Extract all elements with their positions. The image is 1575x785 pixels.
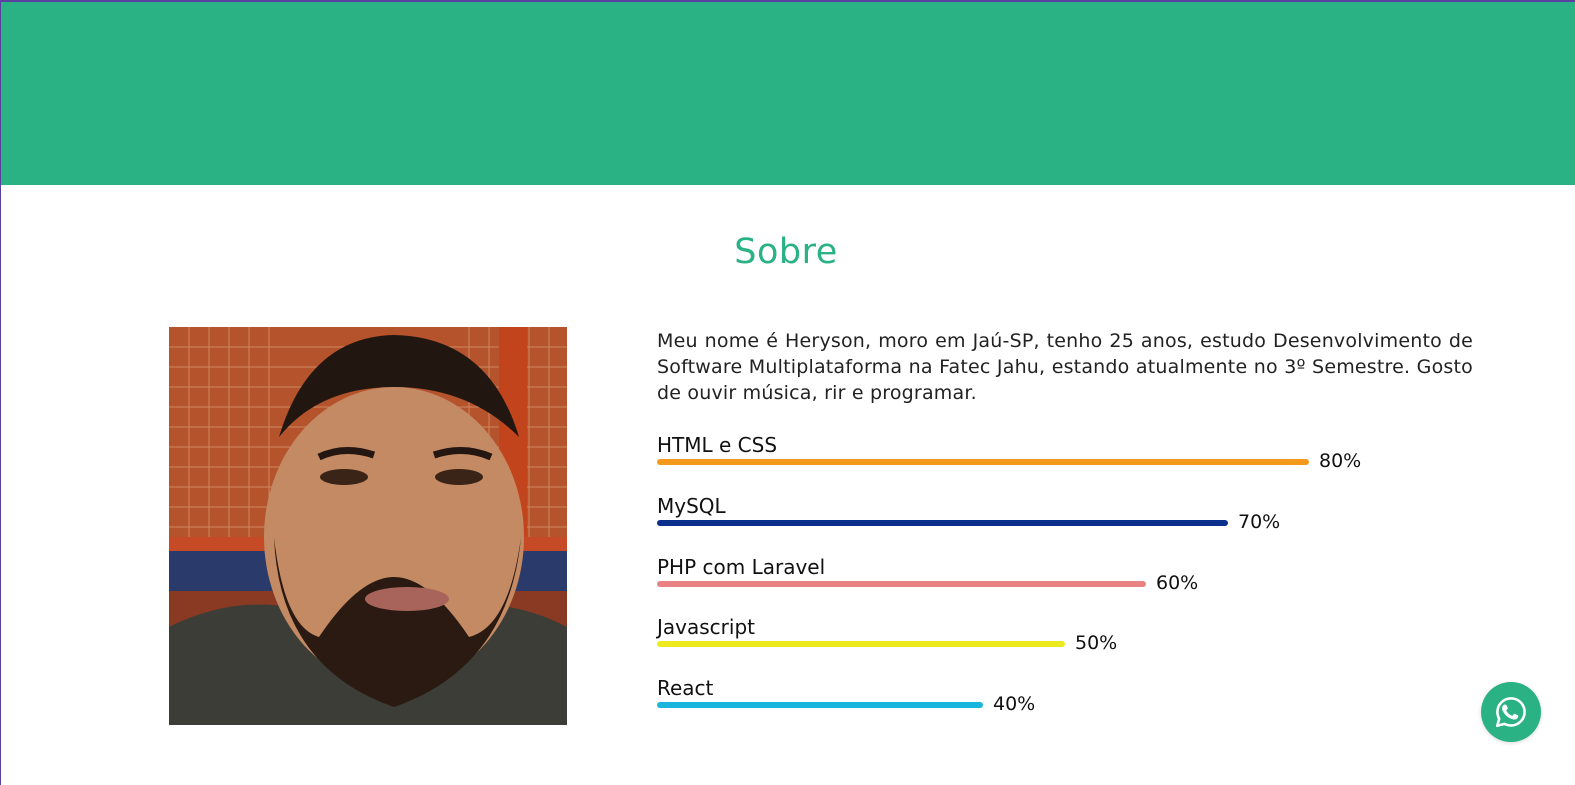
whatsapp-icon [1495,697,1526,728]
skill-name: Javascript [657,615,755,639]
skill-percent: 70% [1238,511,1281,533]
skill-track [657,702,1469,708]
skill-row: MySQL 70% [657,494,1437,544]
skill-row: PHP com Laravel 60% [657,555,1437,605]
skill-name: MySQL [657,494,726,518]
skill-name: HTML e CSS [657,433,778,457]
skill-progress-bar [657,459,1309,465]
page: Sobre Meu nome é Heryson, moro em Jaú-SP… [1,2,1575,785]
skill-row: HTML e CSS 80% [657,433,1437,483]
section-title: Sobre [734,232,838,272]
skill-percent: 40% [993,693,1036,715]
skill-progress-bar [657,520,1228,526]
skill-progress-bar [657,702,983,708]
about-description: Meu nome é Heryson, moro em Jaú-SP, tenh… [657,330,1473,404]
skill-progress-bar [657,641,1065,647]
skill-percent: 80% [1319,450,1362,472]
skill-percent: 60% [1156,572,1199,594]
skill-progress-bar [657,581,1146,587]
skill-track [657,520,1469,526]
skill-track [657,641,1469,647]
whatsapp-button[interactable] [1481,682,1541,742]
skill-row: Javascript 50% [657,615,1437,665]
profile-photo [169,327,567,725]
skill-percent: 50% [1075,632,1118,654]
skill-name: PHP com Laravel [657,555,826,579]
skill-name: React [657,676,714,700]
header-banner [1,2,1575,185]
skill-track [657,581,1469,587]
skill-row: React 40% [657,676,1437,726]
